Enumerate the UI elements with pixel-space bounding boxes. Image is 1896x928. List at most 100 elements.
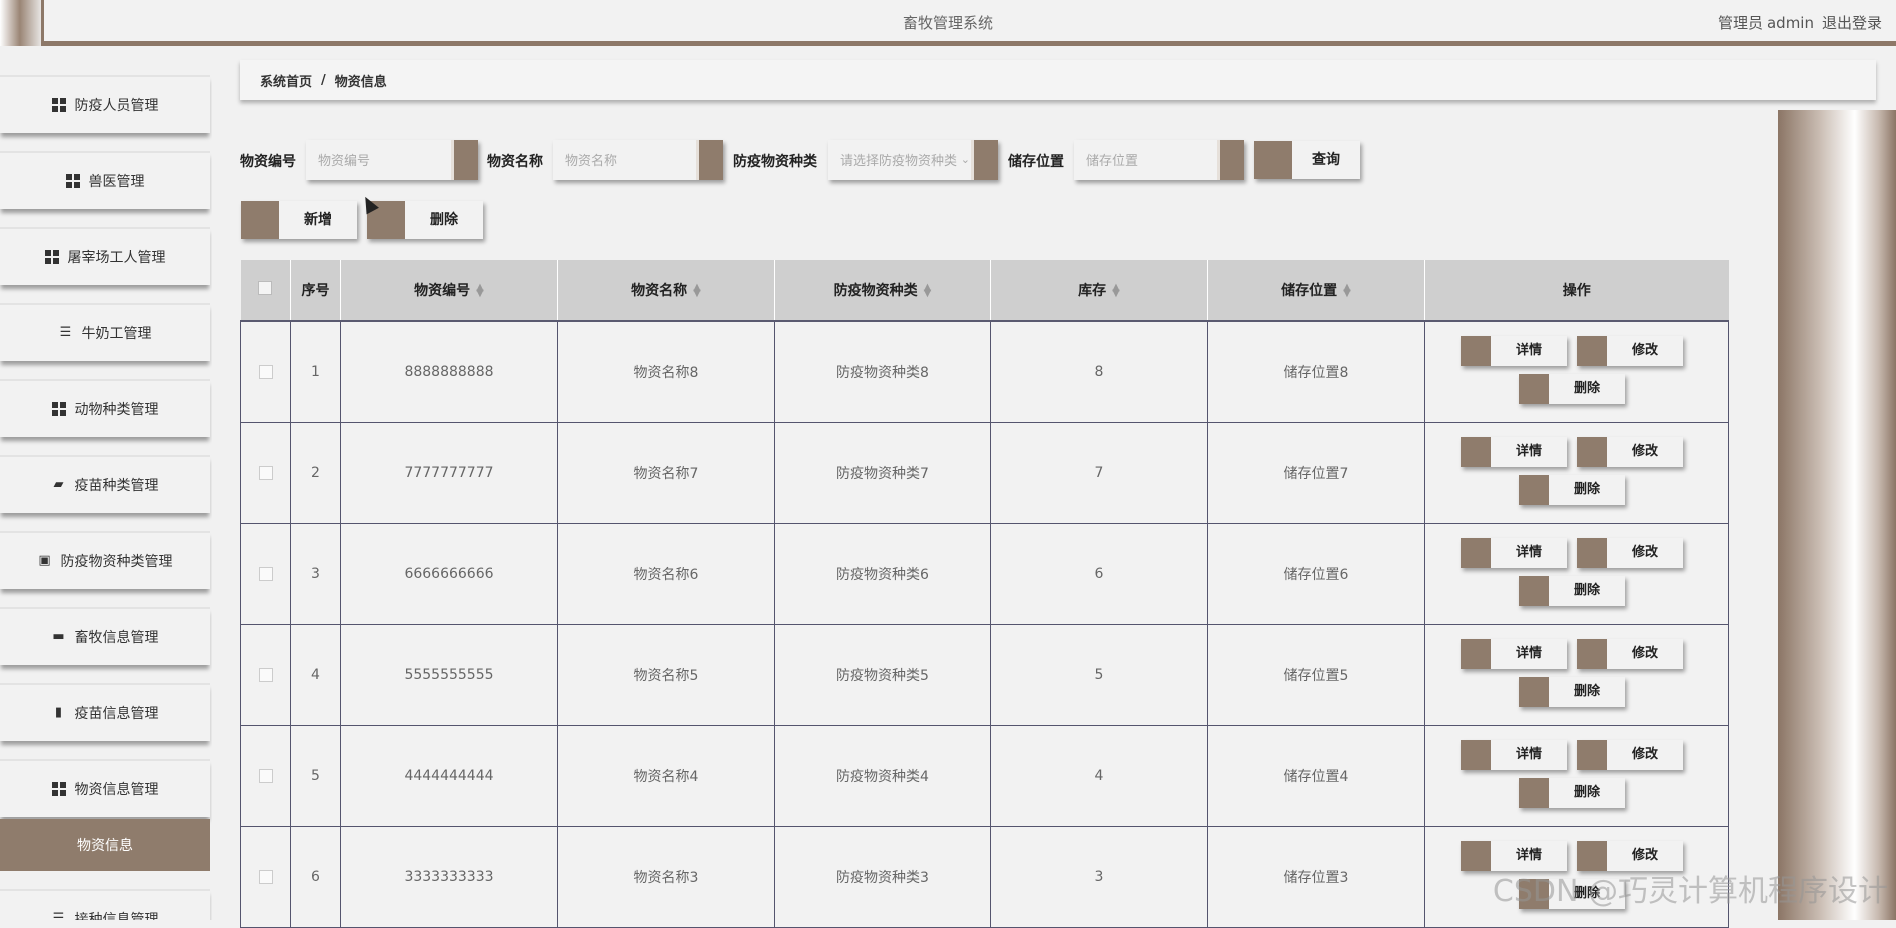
sort-icon[interactable]: ▲ ▼ bbox=[1112, 283, 1120, 299]
row-delete-button-label: 删除 bbox=[1573, 381, 1600, 396]
sidebar-item-milk-workers[interactable]: ☰ 牛奶工管理 bbox=[0, 303, 210, 361]
type-select-input[interactable] bbox=[838, 140, 962, 182]
cell-type: 防疫物资种类6 bbox=[774, 523, 991, 625]
header-name[interactable]: 物资名称 ▲ ▼ bbox=[557, 260, 775, 322]
header-ops-label: 操作 bbox=[1562, 283, 1591, 299]
row-checkbox[interactable] bbox=[258, 466, 273, 480]
sort-icon[interactable]: ▲ ▼ bbox=[1343, 283, 1351, 299]
button-accent bbox=[1577, 437, 1607, 467]
code-input-box bbox=[306, 140, 478, 182]
input-accent bbox=[451, 140, 478, 180]
row-checkbox[interactable] bbox=[258, 769, 273, 783]
detail-button[interactable]: 详情 bbox=[1461, 538, 1567, 568]
location-label: 储存位置 bbox=[1008, 154, 1064, 170]
detail-button[interactable]: 详情 bbox=[1461, 639, 1567, 669]
table-row: 5 4444444444 物资名称4 防疫物资种类4 4 储存位置4 详情 修改 删除 bbox=[240, 725, 1729, 827]
header-ops: 操作 bbox=[1424, 260, 1729, 322]
sidebar-item-epidemic-staff[interactable]: 防疫人员管理 bbox=[0, 75, 210, 133]
row-delete-button[interactable]: 删除 bbox=[1519, 374, 1625, 404]
row-select-cell bbox=[240, 624, 291, 726]
logout-link[interactable]: 退出登录 bbox=[1822, 14, 1882, 32]
sidebar-item-vaccine-info[interactable]: ▮ 疫苗信息管理 bbox=[0, 683, 210, 741]
sidebar-item-supply-types[interactable]: ▣ 防疫物资种类管理 bbox=[0, 531, 210, 589]
cell-name: 物资名称5 bbox=[557, 624, 775, 726]
cell-code: 7777777777 bbox=[340, 422, 558, 524]
detail-button-label: 详情 bbox=[1515, 343, 1542, 358]
detail-button-label: 详情 bbox=[1515, 646, 1542, 661]
sidebar: 防疫人员管理 兽医管理 屠宰场工人管理 ☰ 牛奶工管理 动物种类管理 ▰ 疫苗种… bbox=[0, 53, 212, 920]
type-select[interactable]: ⌄ bbox=[828, 140, 998, 182]
row-checkbox[interactable] bbox=[258, 668, 273, 682]
select-all-checkbox[interactable] bbox=[258, 281, 273, 295]
table-row: 3 6666666666 物资名称6 防疫物资种类6 6 储存位置6 详情 修改 删除 bbox=[240, 523, 1729, 625]
edit-button[interactable]: 修改 bbox=[1577, 639, 1683, 669]
sidebar-item-vaccination-info[interactable]: ☰ 接种信息管理 bbox=[0, 889, 210, 920]
name-input[interactable] bbox=[563, 140, 693, 182]
row-delete-button[interactable]: 删除 bbox=[1519, 475, 1625, 505]
delete-button[interactable]: 删除 bbox=[367, 201, 483, 239]
sidebar-subitem-supply-info[interactable]: 物资信息 bbox=[0, 819, 210, 871]
row-checkbox[interactable] bbox=[258, 567, 273, 581]
sidebar-item-label: 动物种类管理 bbox=[74, 402, 159, 418]
sidebar-item-label: 屠宰场工人管理 bbox=[67, 250, 166, 266]
header-type[interactable]: 防疫物资种类 ▲ ▼ bbox=[774, 260, 991, 322]
ticket-icon: ▬ bbox=[52, 629, 65, 644]
input-accent bbox=[696, 140, 723, 180]
row-delete-button[interactable]: 删除 bbox=[1519, 778, 1625, 808]
button-accent bbox=[1461, 639, 1491, 669]
header-stock[interactable]: 库存 ▲ ▼ bbox=[990, 260, 1208, 322]
detail-button[interactable]: 详情 bbox=[1461, 740, 1567, 770]
edit-button[interactable]: 修改 bbox=[1577, 538, 1683, 568]
header-location[interactable]: 储存位置 ▲ ▼ bbox=[1207, 260, 1425, 322]
button-accent bbox=[1461, 437, 1491, 467]
sort-icon[interactable]: ▲ ▼ bbox=[924, 283, 932, 299]
cell-stock: 8 bbox=[990, 320, 1208, 423]
detail-button[interactable]: 详情 bbox=[1461, 336, 1567, 366]
row-delete-button[interactable]: 删除 bbox=[1519, 576, 1625, 606]
sidebar-item-supply-info[interactable]: 物资信息管理 bbox=[0, 759, 210, 817]
row-delete-button-label: 删除 bbox=[1573, 684, 1600, 699]
cell-index: 5 bbox=[290, 725, 341, 827]
cell-stock: 4 bbox=[990, 725, 1208, 827]
row-select-cell bbox=[240, 422, 291, 524]
table-row: 1 8888888888 物资名称8 防疫物资种类8 8 储存位置8 详情 修改 删除 bbox=[240, 320, 1729, 423]
detail-button[interactable]: 详情 bbox=[1461, 437, 1567, 467]
username: admin bbox=[1766, 14, 1814, 32]
sort-icon[interactable]: ▲ ▼ bbox=[476, 283, 484, 299]
sidebar-item-vets[interactable]: 兽医管理 bbox=[0, 151, 210, 209]
sidebar-item-vaccine-types[interactable]: ▰ 疫苗种类管理 bbox=[0, 455, 210, 513]
grid-icon bbox=[51, 402, 66, 416]
supply-table: 序号 物资编号 ▲ ▼ 物资名称 ▲ ▼ 防疫物资种类 ▲ ▼ 库存 ▲ ▼ 储存位置 ▲ ▼ 操作… bbox=[240, 260, 1729, 928]
code-input[interactable] bbox=[316, 140, 448, 182]
sidebar-item-slaughter-workers[interactable]: 屠宰场工人管理 bbox=[0, 227, 210, 285]
row-checkbox[interactable] bbox=[258, 365, 273, 379]
cell-location: 储存位置6 bbox=[1207, 523, 1425, 625]
table-row: 4 5555555555 物资名称5 防疫物资种类5 5 储存位置5 详情 修改 删除 bbox=[240, 624, 1729, 726]
edit-button-label: 修改 bbox=[1631, 747, 1658, 762]
header-code[interactable]: 物资编号 ▲ ▼ bbox=[340, 260, 558, 322]
header-index: 序号 bbox=[290, 260, 341, 322]
sidebar-item-livestock-info[interactable]: ▬ 畜牧信息管理 bbox=[0, 607, 210, 665]
cell-name: 物资名称7 bbox=[557, 422, 775, 524]
edit-button-label: 修改 bbox=[1631, 646, 1658, 661]
button-accent bbox=[1519, 576, 1549, 606]
add-button-label: 新增 bbox=[304, 212, 332, 228]
location-input[interactable] bbox=[1084, 140, 1214, 182]
query-button[interactable]: 查询 bbox=[1254, 141, 1360, 179]
row-checkbox[interactable] bbox=[258, 870, 273, 884]
edit-button[interactable]: 修改 bbox=[1577, 740, 1683, 770]
add-button[interactable]: 新增 bbox=[241, 201, 357, 239]
sidebar-item-label: 畜牧信息管理 bbox=[74, 630, 159, 646]
edit-button[interactable]: 修改 bbox=[1577, 336, 1683, 366]
edit-button[interactable]: 修改 bbox=[1577, 437, 1683, 467]
row-delete-button[interactable]: 删除 bbox=[1519, 677, 1625, 707]
cell-name: 物资名称6 bbox=[557, 523, 775, 625]
sidebar-item-animal-types[interactable]: 动物种类管理 bbox=[0, 379, 210, 437]
cell-index: 2 bbox=[290, 422, 341, 524]
sort-icon[interactable]: ▲ ▼ bbox=[693, 283, 701, 299]
select-all-cell bbox=[240, 260, 291, 322]
row-select-cell bbox=[240, 320, 291, 423]
cell-index: 3 bbox=[290, 523, 341, 625]
edit-button-label: 修改 bbox=[1631, 545, 1658, 560]
breadcrumb-home[interactable]: 系统首页 bbox=[260, 71, 312, 90]
